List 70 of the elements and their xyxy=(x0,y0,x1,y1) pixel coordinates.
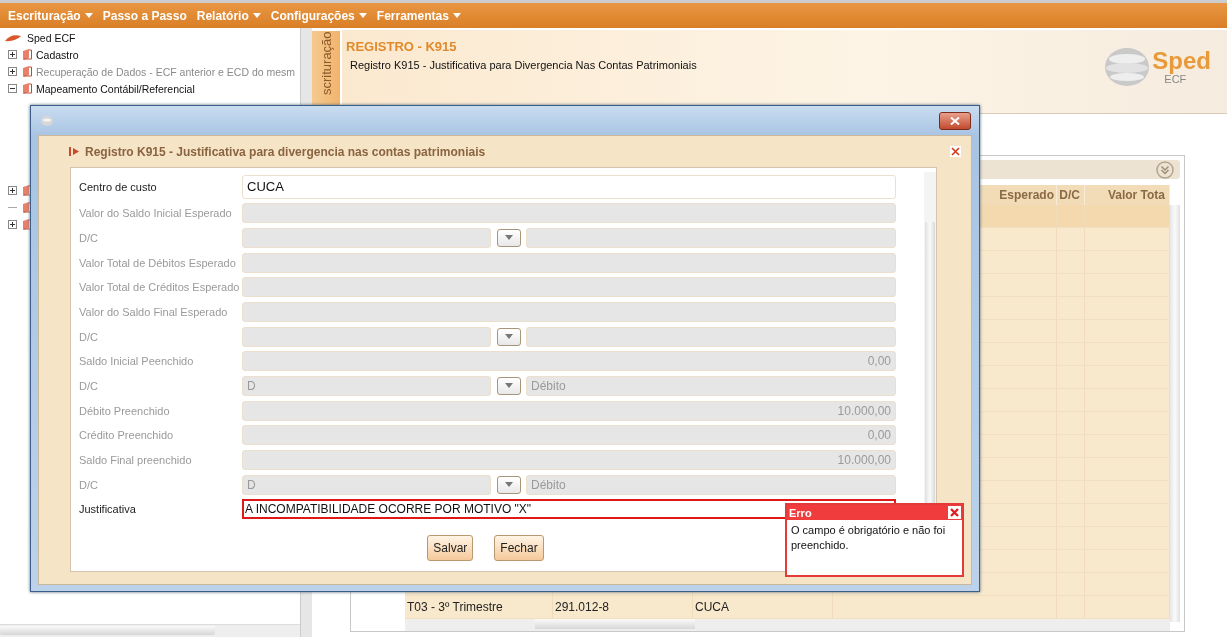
description-field[interactable] xyxy=(526,228,896,248)
field-label: D/C xyxy=(79,232,99,244)
expand-icon[interactable] xyxy=(8,50,17,59)
book-icon xyxy=(22,185,32,196)
logo-subtext: ECF xyxy=(1164,72,1187,85)
caret-icon xyxy=(358,13,367,18)
menu-item[interactable]: Passo a Passo xyxy=(98,8,191,23)
flag-icon xyxy=(69,147,80,156)
table-cell: 291.012-8 xyxy=(553,596,693,618)
table-cell: T03 - 3º Trimestre xyxy=(405,596,553,618)
description-field[interactable] xyxy=(526,326,896,347)
caret-icon xyxy=(452,13,461,18)
collapse-icon[interactable] xyxy=(8,84,17,93)
field-label: Crédito Preenchido xyxy=(79,429,175,442)
field-label: Saldo Final preenchido xyxy=(79,453,193,466)
menu-item[interactable]: Configurações xyxy=(266,8,371,23)
dialog-title: Registro K915 - Justificativa para divergencia nas contas patrimoniais xyxy=(85,144,487,159)
field-label: Saldo Inicial Peenchido xyxy=(79,355,195,368)
field-label: Valor do Saldo Final Esperado xyxy=(79,305,229,318)
page-title: REGISTRO - K915 xyxy=(346,39,458,54)
field-label: Justificativa xyxy=(79,503,137,516)
dialog-button[interactable]: Salvar xyxy=(427,534,474,561)
close-icon[interactable] xyxy=(948,506,961,519)
dropdown-button[interactable] xyxy=(497,327,521,346)
menu-item[interactable]: Ferramentas xyxy=(372,8,465,23)
field-label: D/C xyxy=(79,379,99,392)
book-icon xyxy=(22,66,32,77)
field-label: Débito Preenchido xyxy=(79,404,171,417)
book-icon xyxy=(22,49,32,60)
field-label: Valor do Saldo Inicial Esperado xyxy=(79,207,233,220)
input-field[interactable]: CUCA xyxy=(242,175,896,199)
error-title: Erro xyxy=(789,506,812,519)
book-icon xyxy=(22,219,32,230)
leaf-icon xyxy=(5,33,21,42)
caret-icon xyxy=(252,13,261,18)
tree-item[interactable]: Mapeamento Contábil/Referencial xyxy=(36,82,195,95)
horizontal-scrollbar[interactable] xyxy=(0,624,300,637)
caret-icon xyxy=(505,334,513,340)
field-label: D/C xyxy=(79,330,99,343)
caret-icon xyxy=(505,235,513,241)
double-chevron-icon[interactable] xyxy=(1156,160,1174,179)
page-subtitle: Registro K915 - Justificativa para Divergencia Nas Contas Patrimoniais xyxy=(349,59,697,71)
close-button[interactable] xyxy=(939,111,971,130)
caret-icon xyxy=(84,13,93,18)
logo-text: Sped xyxy=(1152,48,1211,73)
book-icon xyxy=(22,83,32,94)
dropdown-button[interactable] xyxy=(497,475,521,494)
close-icon[interactable] xyxy=(950,146,961,157)
horizontal-scrollbar[interactable] xyxy=(405,619,1170,631)
menu-item[interactable]: Escrituração xyxy=(4,8,97,23)
field-label: Valor Total de Débitos Esperado xyxy=(79,256,237,269)
table-row[interactable]: T03 - 3º Trimestre 291.012-8 CUCA xyxy=(405,596,1170,619)
field-label: D/C xyxy=(79,478,99,491)
dialog-button[interactable]: Fechar xyxy=(494,534,544,561)
field-label: Centro de custo xyxy=(79,181,158,193)
error-message: O campo é obrigatório e não foi preenchido. xyxy=(790,523,947,553)
book-icon xyxy=(22,202,32,213)
globe-icon xyxy=(1104,46,1151,87)
field-label: Valor Total de Créditos Esperado xyxy=(79,281,241,294)
tree-item[interactable]: Cadastro xyxy=(36,48,79,61)
vertical-scrollbar[interactable] xyxy=(1170,205,1180,622)
menu-item[interactable]: Relatório xyxy=(192,8,265,23)
globe-icon xyxy=(41,115,53,126)
tree-item[interactable]: Sped ECF xyxy=(27,31,76,44)
close-icon xyxy=(950,116,960,125)
dropdown-button[interactable] xyxy=(497,229,521,247)
expand-icon[interactable] xyxy=(8,186,17,195)
table-cell: CUCA xyxy=(693,596,833,618)
dropdown-button[interactable] xyxy=(497,376,521,395)
expand-icon[interactable] xyxy=(8,220,17,229)
